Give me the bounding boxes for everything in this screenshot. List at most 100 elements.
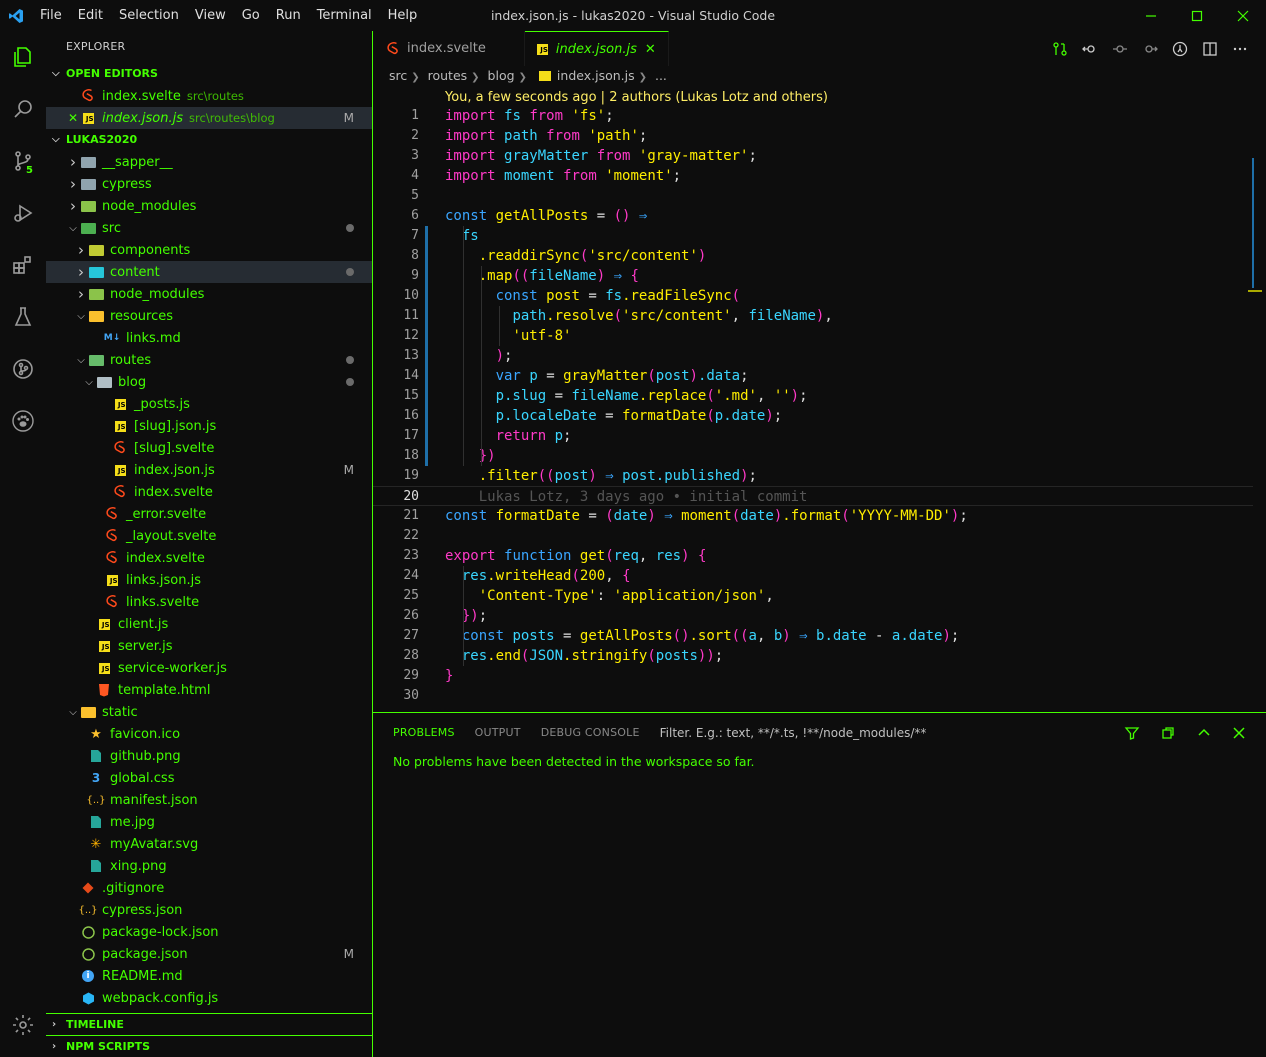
source-control-icon[interactable]: 5 — [0, 135, 46, 187]
code-line: 9 .map((fileName) ⇒ { — [411, 268, 639, 284]
close-icon[interactable]: ✕ — [66, 111, 80, 125]
extensions-icon[interactable] — [0, 239, 46, 291]
tab-close-icon[interactable]: ✕ — [645, 42, 656, 57]
panel-tabs: PROBLEMS OUTPUT DEBUG CONSOLE Filter. E.… — [373, 713, 1266, 753]
tree-item[interactable]: › cypress — [46, 173, 372, 195]
menu-go[interactable]: Go — [234, 0, 268, 31]
open-editor-item[interactable]: index.svelte src\routes — [46, 85, 372, 107]
maximize-button[interactable] — [1174, 0, 1220, 31]
tree-item[interactable]: .gitignore — [46, 877, 372, 899]
tab-index-svelte[interactable]: index.svelte — [373, 31, 525, 66]
tree-item[interactable]: package-lock.json — [46, 921, 372, 943]
tree-item[interactable]: {..} manifest.json — [46, 789, 372, 811]
menu-terminal[interactable]: Terminal — [309, 0, 380, 31]
commit-icon[interactable] — [1112, 41, 1128, 57]
chevron-right-icon: › — [70, 197, 76, 215]
menu-help[interactable]: Help — [380, 0, 426, 31]
tree-item[interactable]: template.html — [46, 679, 372, 701]
minimize-button[interactable] — [1128, 0, 1174, 31]
menu-view[interactable]: View — [187, 0, 234, 31]
split-editor-icon[interactable] — [1202, 41, 1218, 57]
tree-item[interactable]: index.svelte — [46, 481, 372, 503]
tree-item[interactable]: 3 global.css — [46, 767, 372, 789]
tree-item[interactable]: _layout.svelte — [46, 525, 372, 547]
more-actions-icon[interactable] — [1232, 41, 1248, 57]
tab-index-json-js[interactable]: JS index.json.js ✕ — [524, 31, 669, 66]
run-debug-icon[interactable] — [0, 187, 46, 239]
js-file-icon: JS — [536, 43, 548, 55]
tree-item[interactable]: › node_modules — [46, 283, 372, 305]
settings-gear-icon[interactable] — [0, 999, 46, 1051]
tree-item[interactable]: JS [slug].json.js — [46, 415, 372, 437]
tree-item[interactable]: ⌵ routes — [46, 349, 372, 371]
breadcrumb-file[interactable]: index.json.js — [557, 68, 635, 83]
tree-item[interactable]: xing.png — [46, 855, 372, 877]
breadcrumb-symbol[interactable]: ... — [655, 68, 667, 83]
tree-item[interactable]: ⌵ src — [46, 217, 372, 239]
collapse-all-icon[interactable] — [1160, 725, 1176, 741]
previous-change-icon[interactable] — [1082, 41, 1098, 57]
breadcrumb-src[interactable]: src — [389, 68, 407, 83]
breadcrumb-routes[interactable]: routes — [428, 68, 468, 83]
breadcrumb-blog[interactable]: blog — [488, 68, 515, 83]
tree-item[interactable]: JS index.json.js M — [46, 459, 372, 481]
tree-item[interactable]: JS client.js — [46, 613, 372, 635]
search-icon[interactable] — [0, 83, 46, 135]
menu-selection[interactable]: Selection — [111, 0, 187, 31]
tab-output[interactable]: OUTPUT — [475, 713, 521, 753]
tree-item[interactable]: ✳ myAvatar.svg — [46, 833, 372, 855]
tree-item[interactable]: me.jpg — [46, 811, 372, 833]
tree-item[interactable]: JS _posts.js — [46, 393, 372, 415]
explorer-icon[interactable] — [0, 31, 46, 83]
tree-item[interactable]: {..} cypress.json — [46, 899, 372, 921]
menu-run[interactable]: Run — [268, 0, 309, 31]
tree-item[interactable]: › __sapper__ — [46, 151, 372, 173]
tree-item[interactable]: › node_modules — [46, 195, 372, 217]
tree-item[interactable]: index.svelte — [46, 547, 372, 569]
git-blame-header[interactable]: You, a few seconds ago | 2 authors (Luka… — [445, 88, 828, 108]
menu-file[interactable]: File — [32, 0, 70, 31]
project-header[interactable]: ⌵ LUKAS2020 — [46, 129, 372, 151]
tree-item[interactable]: package.json M — [46, 943, 372, 965]
code-editor[interactable]: You, a few seconds ago | 2 authors (Luka… — [373, 88, 1266, 712]
tree-item[interactable]: › content — [46, 261, 372, 283]
tree-item[interactable]: M↓ links.md — [46, 327, 372, 349]
testing-flask-icon[interactable] — [0, 291, 46, 343]
tree-item[interactable]: ⌵ blog — [46, 371, 372, 393]
tree-item[interactable]: _error.svelte — [46, 503, 372, 525]
tree-item-label: [slug].json.js — [134, 418, 217, 434]
tree-item[interactable]: ⌵ static — [46, 701, 372, 723]
close-panel-icon[interactable] — [1232, 726, 1246, 740]
tree-item[interactable]: JS links.json.js — [46, 569, 372, 591]
timeline-header[interactable]: › TIMELINE — [46, 1013, 372, 1035]
maximize-panel-icon[interactable] — [1196, 725, 1212, 741]
js-file-icon: JS — [96, 616, 112, 632]
tree-item[interactable]: › components — [46, 239, 372, 261]
paw-icon[interactable] — [0, 395, 46, 447]
compare-changes-icon[interactable] — [1052, 41, 1068, 57]
tree-item[interactable]: i README.md — [46, 965, 372, 987]
tree-item[interactable]: ⌵ resources — [46, 305, 372, 327]
code-line: 12 'utf-8' — [403, 328, 572, 344]
filter-icon[interactable] — [1124, 725, 1140, 741]
git-graph-icon[interactable] — [0, 343, 46, 395]
next-change-icon[interactable] — [1142, 41, 1158, 57]
tree-item[interactable]: [slug].svelte — [46, 437, 372, 459]
problems-filter-input[interactable]: Filter. E.g.: text, **/*.ts, !**/node_mo… — [660, 726, 927, 740]
tree-item[interactable]: JS service-worker.js — [46, 657, 372, 679]
tree-item[interactable]: JS server.js — [46, 635, 372, 657]
open-editor-item-active[interactable]: ✕ JS index.json.js src\routes\blog M — [46, 107, 372, 129]
tree-item[interactable]: links.svelte — [46, 591, 372, 613]
tab-problems[interactable]: PROBLEMS — [393, 713, 455, 753]
menu-edit[interactable]: Edit — [70, 0, 111, 31]
npm-scripts-header[interactable]: › NPM SCRIPTS — [46, 1035, 372, 1057]
timeline-history-icon[interactable] — [1172, 41, 1188, 57]
bottom-panel: PROBLEMS OUTPUT DEBUG CONSOLE Filter. E.… — [373, 712, 1266, 1057]
editor-scrollbar[interactable] — [1248, 88, 1262, 712]
tree-item[interactable]: github.png — [46, 745, 372, 767]
open-editors-header[interactable]: ⌵ OPEN EDITORS — [46, 63, 372, 85]
tree-item[interactable]: ★ favicon.ico — [46, 723, 372, 745]
close-window-button[interactable] — [1220, 0, 1266, 31]
tab-debug-console[interactable]: DEBUG CONSOLE — [541, 713, 640, 753]
tree-item[interactable]: webpack.config.js — [46, 987, 372, 1009]
